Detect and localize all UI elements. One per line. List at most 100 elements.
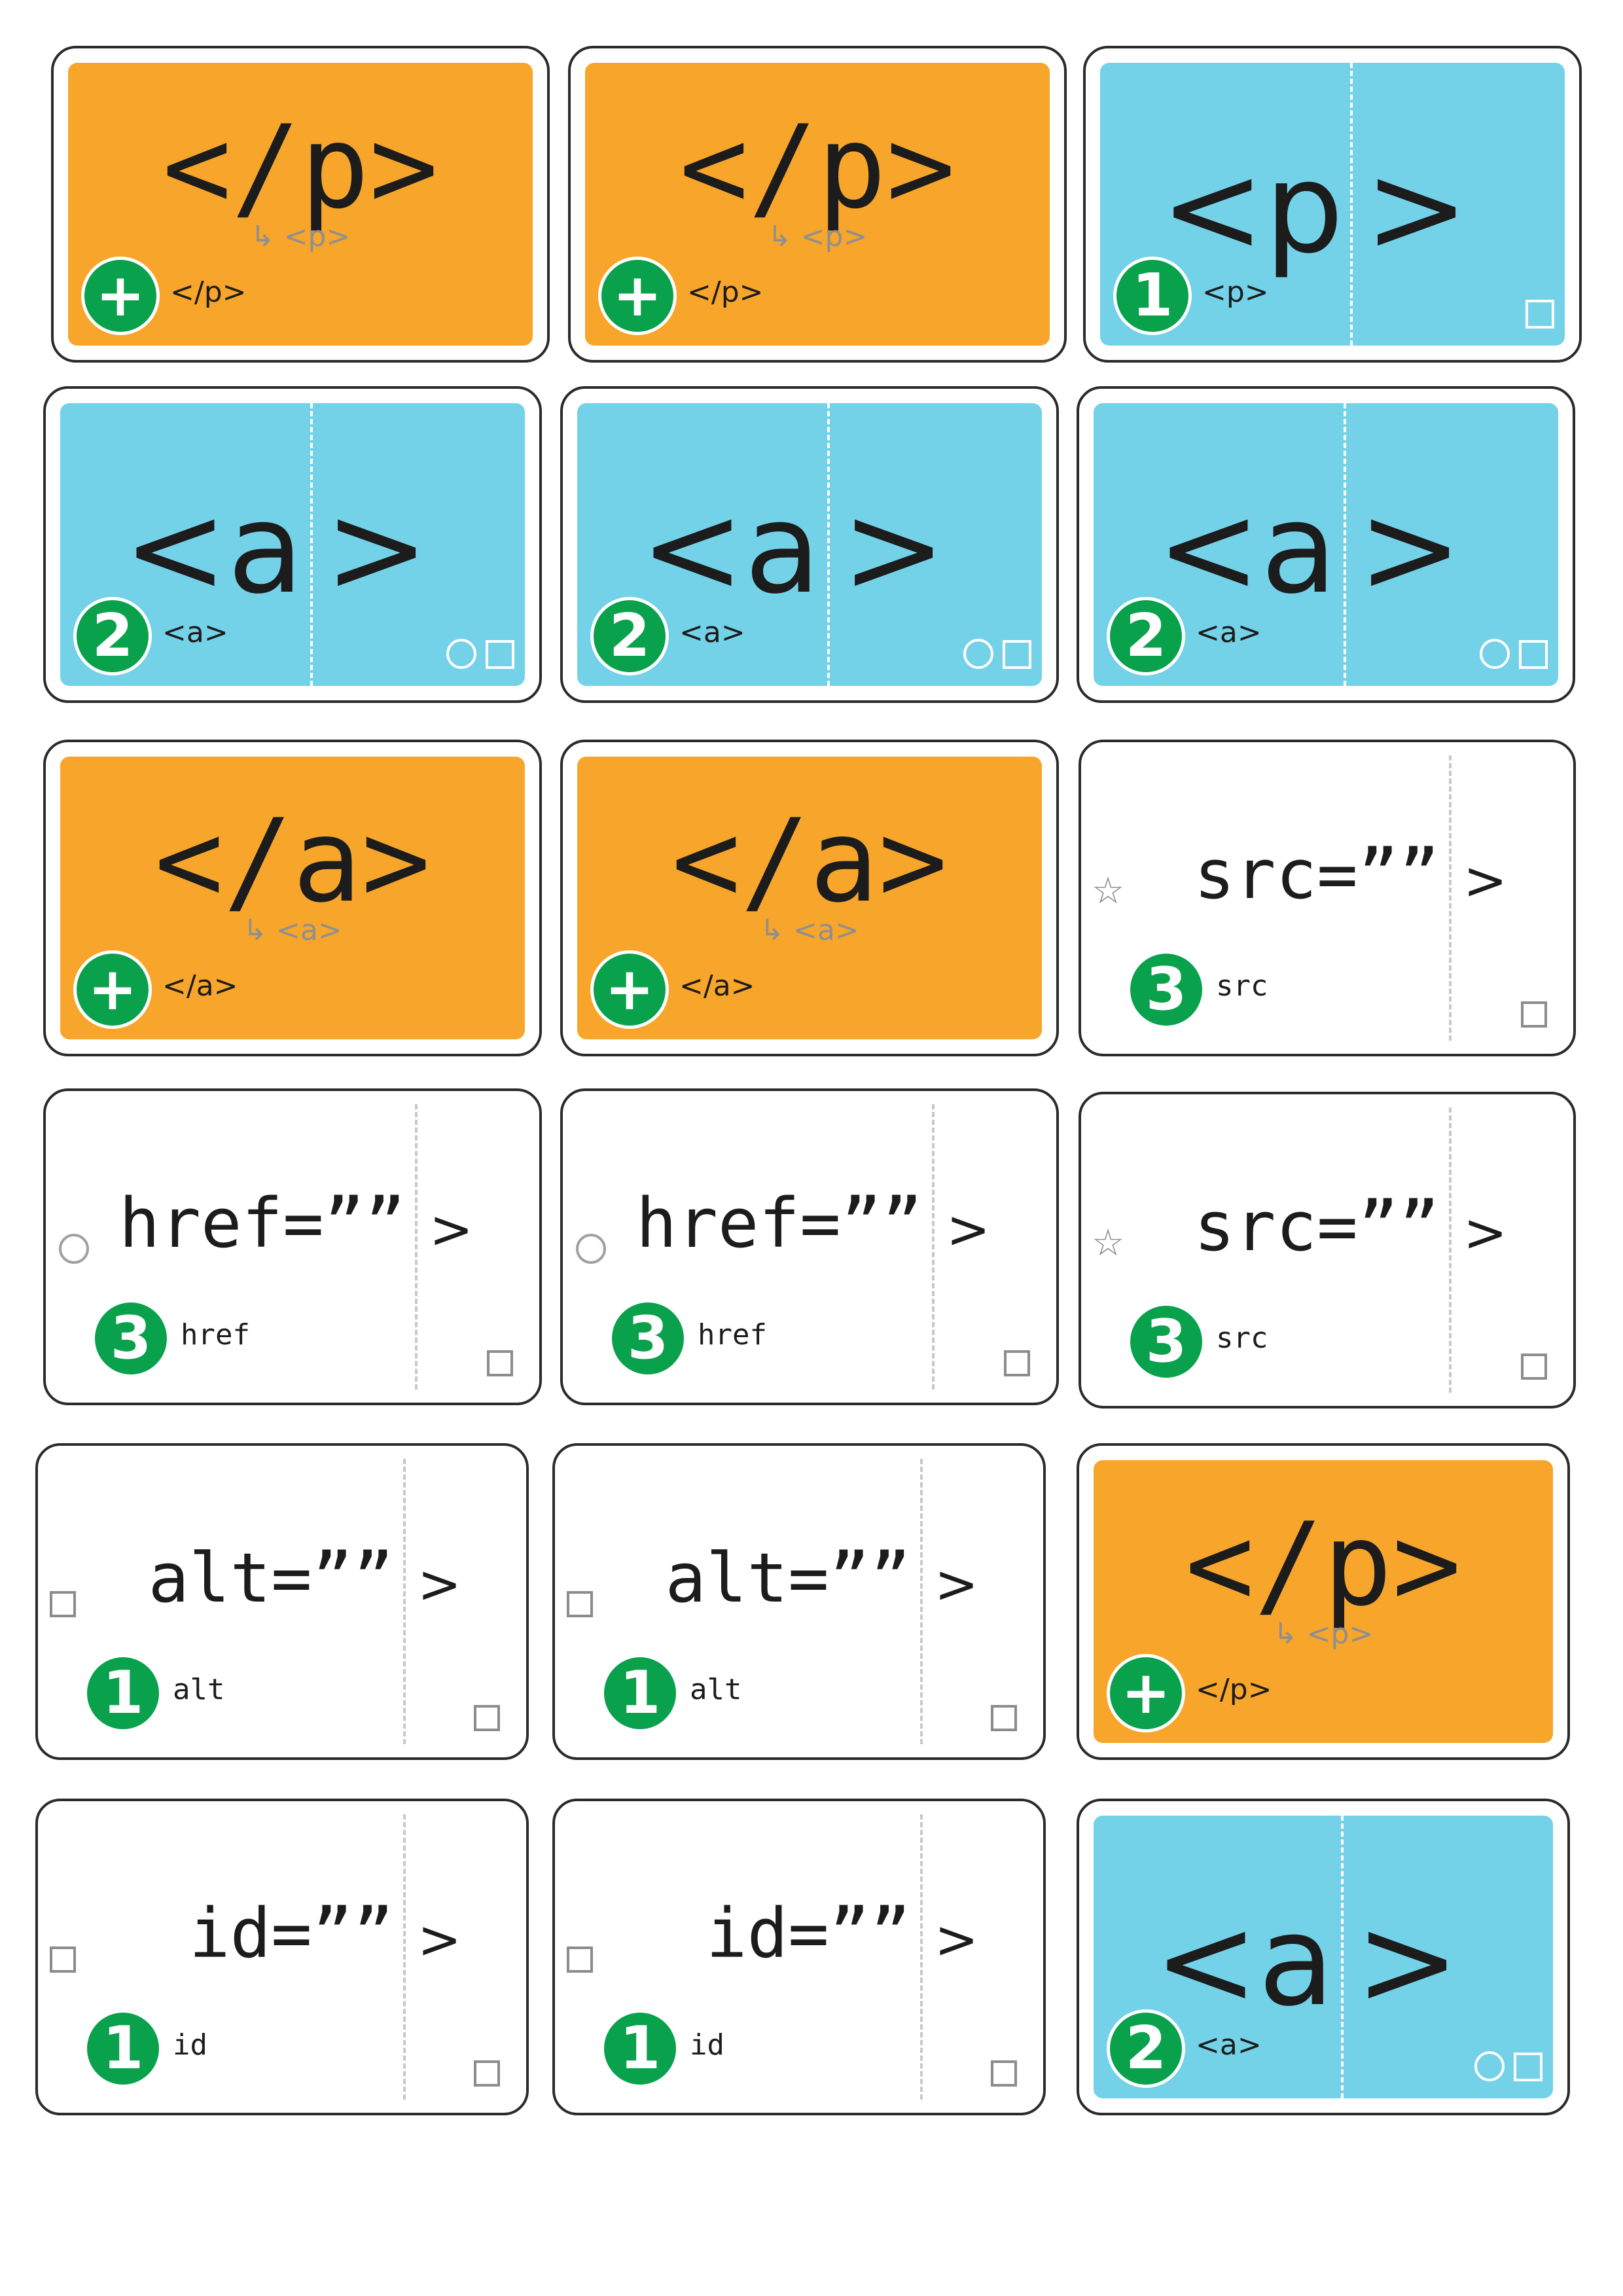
tag-text: <a	[123, 476, 304, 621]
card-label: </p>	[1196, 1673, 1272, 1706]
fold-line	[1350, 63, 1353, 346]
plus-badge-icon: +	[81, 257, 160, 335]
tag-close-bracket: >	[935, 1554, 979, 1615]
card-label: alt	[690, 1673, 742, 1706]
tag-text: </a>	[671, 795, 948, 928]
level-badge: 1	[601, 1654, 679, 1732]
tag-close-bracket: >	[1358, 476, 1463, 621]
fold-line	[403, 1459, 406, 1744]
card-label: <a>	[1196, 2028, 1262, 2062]
attribute-text: src=””	[1194, 1187, 1440, 1266]
attribute-text: href=””	[118, 1183, 406, 1263]
tag-close-bracket: >	[935, 1909, 979, 1970]
attribute-text: id=””	[188, 1893, 394, 1973]
plus-badge-icon: +	[73, 950, 152, 1029]
fold-line	[932, 1104, 935, 1390]
card-label: id	[690, 2028, 724, 2062]
card-label: <a>	[1196, 616, 1262, 649]
opening-tag-card: <a >2 <a>	[560, 386, 1059, 703]
square-checkbox-icon	[991, 2060, 1017, 2087]
level-badge: 2	[1107, 597, 1185, 675]
parent-tag-hint: ↳ <a>	[760, 914, 859, 947]
tag-close-bracket: >	[946, 1199, 991, 1260]
attribute-card: src=”” > ☆ 3 src	[1079, 1092, 1576, 1408]
level-badge: 3	[1127, 1302, 1205, 1381]
fold-line	[415, 1104, 418, 1390]
tag-text: </a>	[154, 795, 431, 928]
square-checkbox-icon	[486, 640, 514, 669]
card-label: src	[1216, 1321, 1268, 1355]
closing-tag-card: </p> ↳ <p> + </p>	[51, 46, 550, 363]
level-badge: 2	[590, 597, 669, 675]
level-badge: 3	[1127, 950, 1205, 1029]
level-badge: 1	[84, 2009, 162, 2088]
closing-tag-card: </a> ↳ <a> + </a>	[43, 740, 542, 1056]
square-checkbox-icon	[1003, 640, 1031, 669]
plus-badge-icon: +	[1107, 1654, 1185, 1732]
card-label: <a>	[162, 616, 228, 649]
attribute-text: src=””	[1194, 834, 1440, 914]
card-label: </p>	[170, 276, 247, 309]
square-checkbox-icon	[474, 2060, 500, 2087]
square-checkbox-icon	[1525, 300, 1554, 329]
square-checkbox-icon	[1514, 2053, 1543, 2081]
attribute-card: href=”” >3 href	[43, 1088, 542, 1405]
square-checkbox-icon	[1004, 1350, 1030, 1376]
attribute-card: id=”” >1 id	[552, 1799, 1046, 2115]
tag-text: </p>	[162, 101, 438, 234]
square-checkbox-icon	[991, 1705, 1017, 1731]
square-checkbox-icon	[1519, 640, 1548, 669]
circle-checkbox-icon	[59, 1234, 89, 1264]
attribute-text: href=””	[635, 1183, 923, 1263]
card-label: <a>	[679, 616, 745, 649]
circle-checkbox-icon	[1474, 2051, 1505, 2081]
fold-line	[1344, 403, 1346, 686]
level-badge: 3	[609, 1299, 687, 1378]
tag-close-bracket: >	[1364, 136, 1469, 281]
plus-badge-icon: +	[598, 257, 677, 335]
card-label: src	[1216, 969, 1268, 1003]
tag-text: </p>	[679, 101, 955, 234]
opening-tag-card: <p >1 <p>	[1083, 46, 1582, 363]
level-badge: 1	[601, 2009, 679, 2088]
circle-checkbox-icon	[1480, 639, 1510, 669]
parent-tag-hint: ↳ <p>	[1273, 1617, 1374, 1651]
attribute-card: href=”” >3 href	[560, 1088, 1059, 1405]
card-label: </a>	[679, 969, 755, 1003]
level-badge: 1	[1113, 257, 1192, 335]
square-checkbox-icon	[567, 1946, 593, 1973]
tag-text: <a	[640, 476, 821, 621]
card-label: alt	[173, 1673, 225, 1706]
card-label: href	[698, 1318, 767, 1352]
tag-close-bracket: >	[1355, 1889, 1460, 2034]
level-badge: 1	[84, 1654, 162, 1732]
attribute-text: id=””	[705, 1893, 911, 1973]
attribute-card: alt=”” >1 alt	[35, 1443, 529, 1760]
tag-text: </p>	[1185, 1499, 1461, 1632]
plus-badge-icon: +	[590, 950, 669, 1029]
tag-close-bracket: >	[418, 1554, 462, 1615]
card-label: <p>	[1202, 276, 1269, 309]
star-icon: ☆	[1092, 870, 1125, 912]
opening-tag-card: <a >2 <a>	[1077, 1799, 1570, 2115]
fold-line	[1449, 755, 1452, 1041]
opening-tag-card: <a >2 <a>	[43, 386, 542, 703]
attribute-card: id=”” >1 id	[35, 1799, 529, 2115]
tag-text: <a	[1156, 476, 1337, 621]
tag-close-bracket: >	[842, 476, 946, 621]
closing-tag-card: </p> ↳ <p> + </p>	[568, 46, 1067, 363]
card-label: </a>	[162, 969, 238, 1003]
square-checkbox-icon	[474, 1705, 500, 1731]
level-badge: 3	[92, 1299, 170, 1378]
fold-line	[310, 403, 313, 686]
tag-close-bracket: >	[1463, 1202, 1508, 1263]
card-label: </p>	[687, 276, 764, 309]
attribute-text: alt=””	[148, 1538, 394, 1618]
circle-checkbox-icon	[576, 1234, 606, 1264]
square-checkbox-icon	[1521, 1354, 1547, 1380]
card-label: id	[173, 2028, 207, 2062]
closing-tag-card: </p> ↳ <p> + </p>	[1077, 1443, 1570, 1760]
attribute-card: src=”” > ☆ 3 src	[1079, 740, 1576, 1056]
opening-tag-card: <a >2 <a>	[1077, 386, 1575, 703]
circle-checkbox-icon	[963, 639, 993, 669]
